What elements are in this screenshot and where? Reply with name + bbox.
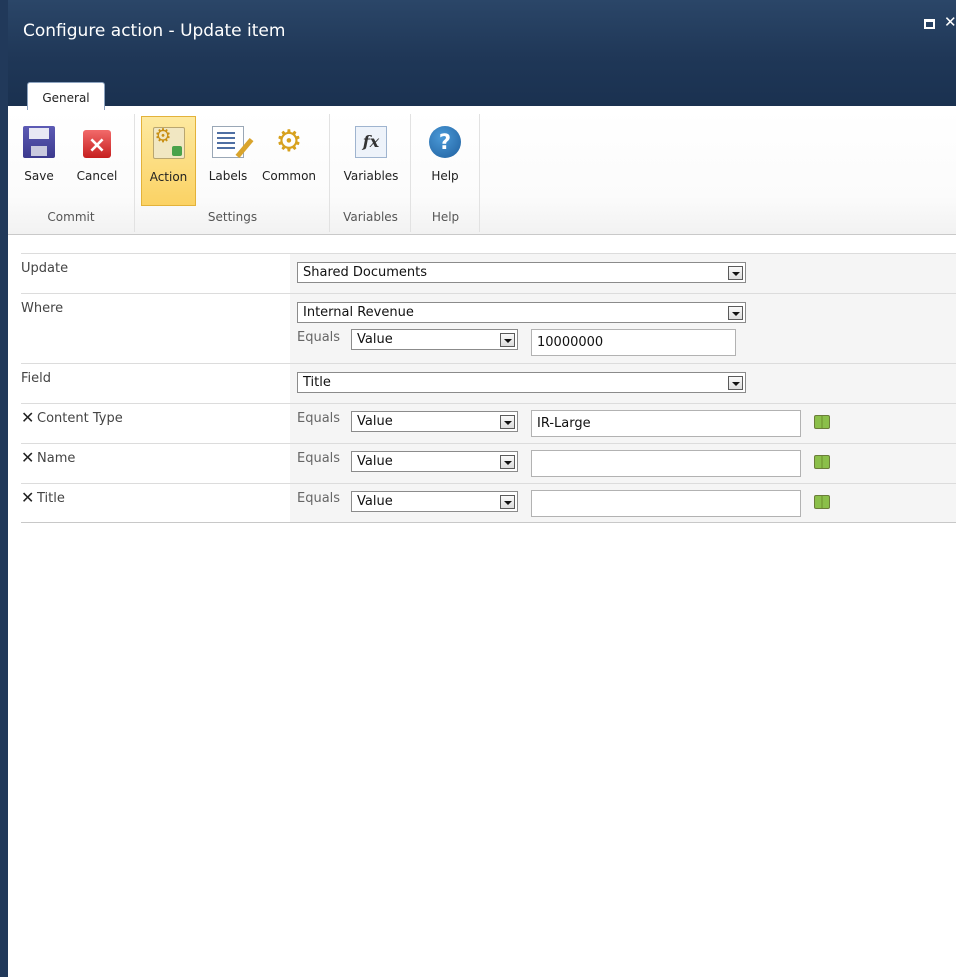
action-button[interactable]: Action: [141, 116, 196, 206]
common-button[interactable]: ⚙ Common: [256, 116, 322, 204]
cancel-icon: ×: [83, 130, 111, 158]
ribbon-group-commit: Save × Cancel Commit: [8, 114, 135, 232]
chevron-down-icon[interactable]: [500, 415, 515, 429]
chevron-down-icon[interactable]: [728, 266, 743, 280]
configuration-form: Update Shared Documents Where Internal R…: [21, 253, 956, 523]
where-label: Where: [21, 301, 64, 316]
dialog-window: Configure action - Update item ✕ General…: [0, 0, 956, 977]
common-label: Common: [261, 169, 317, 183]
remove-field-icon[interactable]: ✕: [21, 490, 35, 506]
labels-button[interactable]: Labels: [202, 116, 254, 204]
form-row-where: Where Internal Revenue Equals Value 1000…: [21, 293, 956, 363]
variables-label: Variables: [343, 169, 399, 183]
chevron-down-icon[interactable]: [500, 495, 515, 509]
where-field-value: Internal Revenue: [303, 305, 414, 320]
form-row-name: ✕ Name Equals Value: [21, 443, 956, 483]
title-type-select[interactable]: Value: [351, 491, 518, 512]
chevron-down-icon[interactable]: [500, 455, 515, 469]
group-label-commit: Commit: [47, 210, 95, 224]
content-type-type-value: Value: [357, 414, 393, 429]
form-row-update: Update Shared Documents: [21, 253, 956, 293]
ribbon-group-variables: fx Variables Variables: [331, 114, 411, 232]
field-label: Field: [21, 371, 52, 386]
chevron-down-icon[interactable]: [728, 306, 743, 320]
remove-field-icon[interactable]: ✕: [21, 450, 35, 466]
title-bar: Configure action - Update item ✕ General: [8, 0, 956, 111]
save-label: Save: [24, 169, 54, 183]
field-select[interactable]: Title: [297, 372, 746, 393]
group-label-variables: Variables: [343, 210, 398, 224]
title-operator-label: Equals: [297, 491, 341, 506]
ribbon: Save × Cancel Commit Action Labels ⚙ Com…: [8, 110, 956, 235]
where-type-select[interactable]: Value: [351, 329, 518, 350]
help-icon: ?: [429, 126, 461, 158]
title-value-input[interactable]: [531, 490, 801, 517]
update-list-select[interactable]: Shared Documents: [297, 262, 746, 283]
update-label: Update: [21, 261, 69, 276]
gears-icon: ⚙: [275, 124, 303, 159]
action-icon: [152, 125, 185, 159]
content-type-operator-label: Equals: [297, 411, 341, 426]
close-icon[interactable]: ✕: [944, 13, 956, 31]
cancel-button[interactable]: × Cancel: [68, 116, 126, 204]
lookup-icon[interactable]: [814, 455, 830, 469]
where-field-select[interactable]: Internal Revenue: [297, 302, 746, 323]
remove-field-icon[interactable]: ✕: [21, 410, 35, 426]
name-label: Name: [37, 451, 76, 466]
labels-icon: [212, 126, 244, 158]
tab-general[interactable]: General: [27, 82, 105, 111]
action-label: Action: [149, 170, 188, 184]
form-row-content-type: ✕ Content Type Equals Value IR-Large: [21, 403, 956, 443]
cancel-label: Cancel: [76, 169, 118, 183]
chevron-down-icon[interactable]: [500, 333, 515, 347]
content-type-type-select[interactable]: Value: [351, 411, 518, 432]
save-button[interactable]: Save: [16, 116, 62, 204]
name-value-input[interactable]: [531, 450, 801, 477]
group-label-settings: Settings: [207, 210, 258, 224]
labels-label: Labels: [208, 169, 248, 183]
name-operator-label: Equals: [297, 451, 341, 466]
save-icon: [23, 126, 55, 158]
form-row-field: Field Title: [21, 363, 956, 403]
group-label-help: Help: [431, 210, 460, 224]
name-type-value: Value: [357, 454, 393, 469]
name-type-select[interactable]: Value: [351, 451, 518, 472]
ribbon-group-settings: Action Labels ⚙ Common Settings: [136, 114, 330, 232]
maximize-icon[interactable]: [924, 19, 935, 29]
title-type-value: Value: [357, 494, 393, 509]
function-icon: fx: [355, 126, 387, 158]
lookup-icon[interactable]: [814, 415, 830, 429]
content-type-value-input[interactable]: IR-Large: [531, 410, 801, 437]
title-label: Title: [37, 491, 65, 506]
variables-button[interactable]: fx Variables: [337, 116, 405, 204]
update-list-value: Shared Documents: [303, 265, 428, 280]
ribbon-group-help: ? Help Help: [412, 114, 480, 232]
where-operator-label: Equals: [297, 330, 341, 345]
help-label: Help: [431, 169, 459, 183]
window-title: Configure action - Update item: [23, 21, 286, 41]
where-value-input[interactable]: 10000000: [531, 329, 736, 356]
window-controls: ✕: [916, 13, 956, 32]
content-type-label: Content Type: [37, 411, 123, 426]
help-button[interactable]: ? Help: [422, 116, 468, 204]
where-type-value: Value: [357, 332, 393, 347]
lookup-icon[interactable]: [814, 495, 830, 509]
chevron-down-icon[interactable]: [728, 376, 743, 390]
field-select-value: Title: [303, 375, 331, 390]
form-row-title: ✕ Title Equals Value: [21, 483, 956, 523]
